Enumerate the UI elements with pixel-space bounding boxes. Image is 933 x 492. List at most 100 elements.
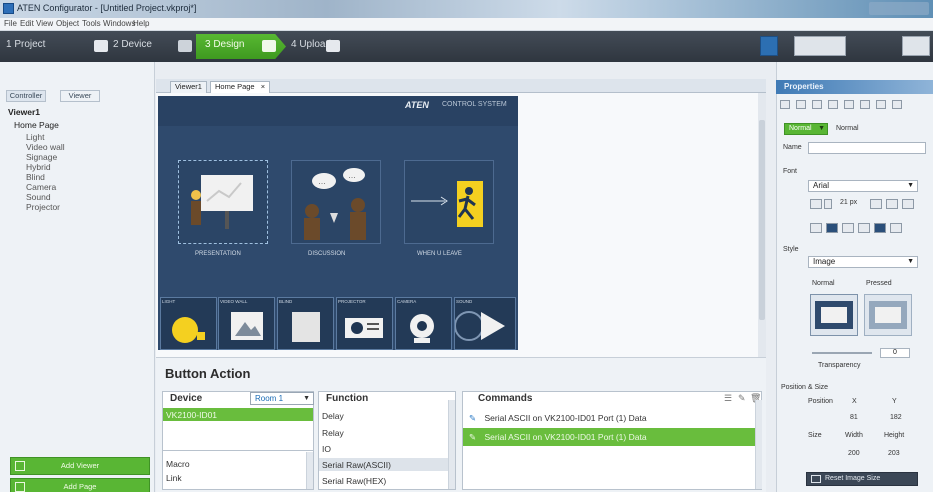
menu-windows[interactable]: Windows [103, 19, 135, 28]
add-page-button[interactable]: Add Page [10, 478, 150, 492]
function-serial-raw-hex[interactable]: Serial Raw(HEX) [322, 476, 386, 486]
tab-home-page-label: Home Page [215, 82, 255, 91]
reset-image-size-button[interactable]: Reset Image Size [806, 472, 918, 486]
function-relay[interactable]: Relay [322, 428, 344, 438]
step-device[interactable]: 2 Device [113, 39, 152, 50]
transparency-field[interactable]: 0 [880, 348, 910, 358]
viewer-mode-button[interactable] [760, 36, 778, 56]
menu-file[interactable]: File [4, 19, 17, 28]
menu-object[interactable]: Object [56, 19, 79, 28]
height-field[interactable]: 203 [888, 450, 900, 457]
picture-icon [231, 312, 263, 340]
menu-edit[interactable]: Edit [20, 19, 34, 28]
text-align-center-icon[interactable] [826, 223, 838, 233]
strip-sound-button[interactable] [454, 297, 516, 350]
function-serial-raw-ascii[interactable]: Serial Raw(ASCII) [319, 458, 448, 471]
command-text: Serial ASCII on VK2100-ID01 Port (1) Dat… [484, 432, 647, 442]
close-icon[interactable]: × [261, 82, 265, 91]
tab-controller[interactable]: Controller [6, 90, 46, 102]
menu-help[interactable]: Help [133, 19, 149, 28]
chevron-down-icon: ▼ [818, 125, 825, 132]
size-label: Size [808, 432, 822, 439]
scene-discussion-button[interactable]: … … [291, 160, 381, 244]
menu-bar: File Edit View Object Tools Windows Help [0, 18, 933, 31]
underline-icon[interactable] [902, 199, 914, 209]
strip-video-wall-button[interactable] [218, 297, 275, 350]
tree-video-wall[interactable]: Video wall [26, 142, 65, 152]
edit-icon[interactable]: ✎ [738, 393, 746, 404]
italic-icon[interactable] [886, 199, 898, 209]
tree-hybrid[interactable]: Hybrid [26, 162, 51, 172]
scene-label-when-u-leave: WHEN U LEAVE [417, 251, 462, 257]
x-field[interactable]: 81 [850, 414, 858, 421]
device-row[interactable]: VK2100-ID01 [163, 408, 313, 421]
strip-blind-button[interactable] [277, 297, 334, 350]
strip-camera-button[interactable] [395, 297, 452, 350]
tab-viewer1[interactable]: Viewer1 [170, 81, 207, 93]
tree-projector[interactable]: Projector [26, 202, 60, 212]
align-left-icon[interactable] [780, 100, 790, 109]
tree-light[interactable]: Light [26, 132, 44, 142]
strip-light-button[interactable] [160, 297, 217, 350]
distribute-icon[interactable] [876, 100, 886, 109]
pressed-image-box[interactable] [864, 294, 912, 336]
list-icon[interactable]: ☰ [724, 393, 732, 404]
font-color-icon[interactable] [810, 199, 822, 209]
align-bottom-icon[interactable] [860, 100, 870, 109]
step-project[interactable]: 1 Project [6, 39, 45, 50]
tree-viewer1[interactable]: Viewer1 [8, 107, 40, 117]
text-bottom-icon[interactable] [890, 223, 902, 233]
y-field[interactable]: 182 [890, 414, 902, 421]
room-select[interactable]: Room 1 ▼ [250, 392, 314, 405]
chevron-down-icon[interactable] [824, 199, 832, 209]
device-type-link[interactable]: Link [166, 473, 182, 483]
state-select[interactable]: Normal ▼ [784, 123, 828, 135]
tree-home-page[interactable]: Home Page [14, 120, 59, 130]
step-design[interactable]: 3 Design [205, 39, 244, 50]
command-row-selected[interactable]: ✎ Serial ASCII on VK2100-ID01 Port (1) D… [463, 428, 755, 446]
image-icon [811, 475, 821, 483]
tab-home-page[interactable]: Home Page × [210, 81, 271, 93]
align-center-icon[interactable] [796, 100, 806, 109]
distribute-v-icon[interactable] [892, 100, 902, 109]
text-middle-icon[interactable] [874, 223, 886, 233]
tree-blind[interactable]: Blind [26, 172, 45, 182]
menu-view[interactable]: View [36, 19, 53, 28]
function-io[interactable]: IO [322, 444, 331, 454]
style-select[interactable]: Image ▼ [808, 256, 918, 268]
commands-scrollbar[interactable] [755, 400, 762, 489]
align-top-icon[interactable] [828, 100, 838, 109]
align-middle-icon[interactable] [844, 100, 854, 109]
tree-signage[interactable]: Signage [26, 152, 57, 162]
normal-image-box[interactable] [810, 294, 858, 336]
device-scrollbar[interactable] [306, 452, 313, 489]
device-type-macro[interactable]: Macro [166, 459, 190, 469]
text-align-left-icon[interactable] [810, 223, 822, 233]
tab-viewer[interactable]: Viewer [60, 90, 100, 102]
text-top-icon[interactable] [858, 223, 870, 233]
simulator-button[interactable] [902, 36, 930, 56]
tree-camera[interactable]: Camera [26, 182, 56, 192]
tree-sound[interactable]: Sound [26, 192, 51, 202]
scene-when-u-leave-button[interactable] [404, 160, 494, 244]
name-field[interactable] [808, 142, 926, 154]
scene-presentation-button[interactable] [178, 160, 268, 244]
add-viewer-button[interactable]: Add Viewer [10, 457, 150, 475]
align-toolbar [780, 100, 930, 110]
button-action-title: Button Action [165, 366, 251, 381]
pencil-icon [262, 40, 276, 52]
function-scrollbar[interactable] [448, 400, 455, 489]
align-right-icon[interactable] [812, 100, 822, 109]
command-row[interactable]: ✎ Serial ASCII on VK2100-ID01 Port (1) D… [463, 410, 755, 426]
bold-icon[interactable] [870, 199, 882, 209]
width-field[interactable]: 200 [848, 450, 860, 457]
transparency-slider[interactable] [812, 352, 872, 354]
function-delay[interactable]: Delay [322, 411, 344, 421]
canvas-scrollbar-thumb[interactable] [759, 120, 765, 320]
layout-button[interactable] [794, 36, 846, 56]
strip-projector-button[interactable] [336, 297, 393, 350]
menu-tools[interactable]: Tools [82, 19, 101, 28]
window-controls[interactable] [869, 2, 929, 15]
text-align-right-icon[interactable] [842, 223, 854, 233]
font-select[interactable]: Arial ▼ [808, 180, 918, 192]
